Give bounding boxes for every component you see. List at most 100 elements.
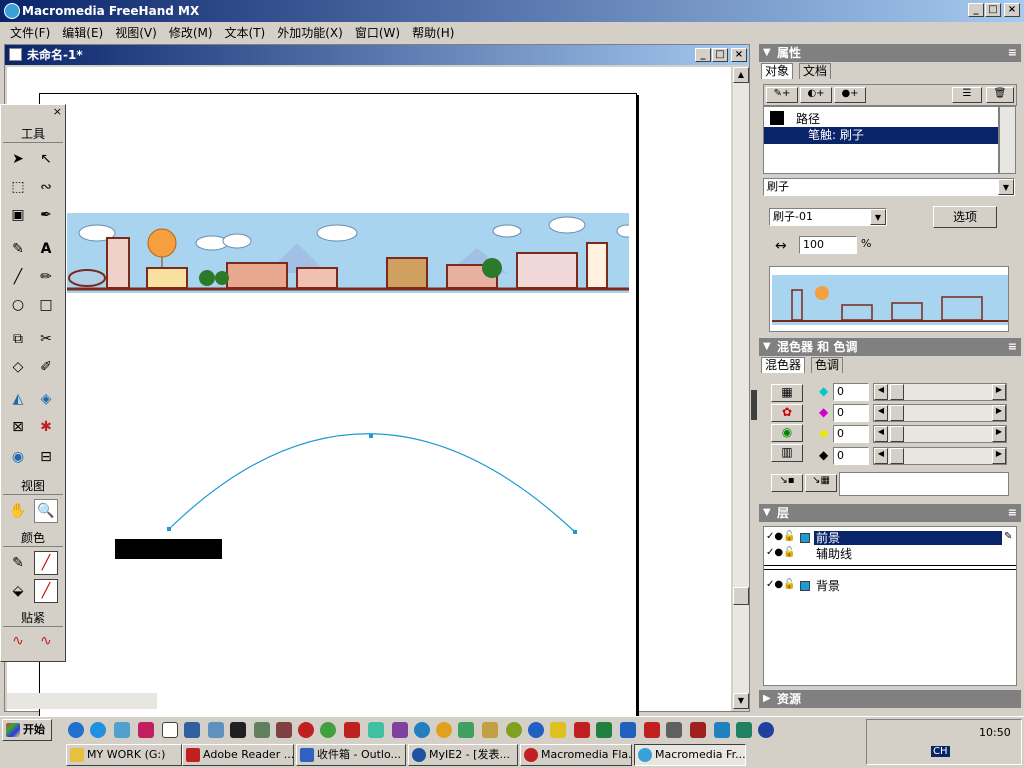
ellipse-tool-icon[interactable]: ○ (6, 293, 30, 317)
cmyk-mode-icon[interactable]: ▦ (771, 384, 803, 402)
hls-mode-icon[interactable]: ◉ (771, 424, 803, 442)
chart-tool-icon[interactable]: ⊟ (34, 445, 58, 469)
curve-anchor-point[interactable] (369, 434, 373, 438)
tree-item-path[interactable]: 路径 (796, 110, 820, 127)
subselect-tool-icon[interactable]: ↖ (34, 147, 58, 171)
tab-object[interactable]: 对象 (761, 63, 794, 79)
layer-row[interactable]: ✓●🔓 前景 ✎ (764, 531, 1016, 546)
tool-icon[interactable] (414, 722, 430, 738)
tool-icon[interactable] (392, 722, 408, 738)
layer-name-foreground[interactable]: 前景 (814, 531, 1002, 545)
doc-close-button[interactable]: × (731, 48, 747, 62)
explorer-icon[interactable] (184, 722, 200, 738)
snap-to-point-icon[interactable]: ∿ (6, 629, 30, 653)
acrobat-icon[interactable] (344, 722, 360, 738)
city-banner-illustration[interactable] (67, 213, 629, 293)
tool-icon[interactable] (620, 722, 636, 738)
add-to-grid-icon[interactable]: ↘▦ (805, 474, 837, 492)
drawing-canvas[interactable] (7, 67, 731, 733)
menu-modify[interactable]: 修改(M) (163, 24, 219, 41)
tools-close-icon[interactable]: × (53, 105, 62, 118)
task-macromedia-flash[interactable]: Macromedia Fla... (520, 744, 632, 766)
lasso-tool-icon[interactable]: ∾ (34, 175, 58, 199)
menu-xtras[interactable]: 外加功能(X) (271, 24, 349, 41)
tree-item-stroke[interactable]: 笔触: 刷子 (764, 127, 998, 144)
horizontal-scrollbar[interactable] (7, 693, 157, 709)
close-button[interactable]: × (1004, 3, 1020, 17)
black-rectangle-shape[interactable] (115, 539, 222, 559)
stroke-color-icon[interactable]: ✎ (6, 551, 30, 575)
layer-name-guides[interactable]: 辅助线 (814, 547, 852, 561)
collapse-triangle-icon[interactable]: ▼ (763, 504, 771, 522)
layer-color-swatch[interactable] (800, 581, 810, 591)
yellow-slider[interactable]: ◀ ▶ (873, 425, 1007, 443)
duplicate-attribute-button[interactable]: ☰ (952, 87, 982, 103)
eraser-tool-icon[interactable]: ◇ (6, 355, 30, 379)
tool-icon[interactable] (550, 722, 566, 738)
connector-tool-icon[interactable]: ◉ (6, 445, 30, 469)
add-stroke-button[interactable]: ✎+ (766, 87, 798, 103)
cyan-input[interactable]: 0 (833, 383, 869, 401)
tool-icon[interactable] (368, 722, 384, 738)
tool-icon[interactable] (528, 722, 544, 738)
add-fill-button[interactable]: ◐+ (800, 87, 832, 103)
panel-menu-icon[interactable]: ≡ (1008, 504, 1017, 522)
curve-anchor-point[interactable] (573, 530, 577, 534)
task-macromedia-freehand[interactable]: Macromedia Fr... (634, 744, 746, 766)
tab-tint[interactable]: 色调 (811, 357, 844, 373)
ime-indicator[interactable]: CH (931, 746, 950, 757)
add-effect-button[interactable]: ●+ (834, 87, 866, 103)
mixer-header[interactable]: ▼ 混色器 和 色调 ≡ (759, 338, 1021, 356)
page-tool-icon[interactable]: ⬚ (6, 175, 30, 199)
stroke-type-select[interactable]: 刷子 ▼ (763, 178, 1015, 196)
menu-help[interactable]: 帮助(H) (406, 24, 460, 41)
tool-icon[interactable] (690, 722, 706, 738)
layer-visible-check-icon[interactable]: ✓●🔓 (766, 547, 796, 558)
cmd-icon[interactable] (230, 722, 246, 738)
tool-icon[interactable] (736, 722, 752, 738)
properties-header[interactable]: ▼ 属性 ≡ (759, 44, 1021, 62)
panel-menu-icon[interactable]: ≡ (1008, 338, 1017, 356)
task-outlook[interactable]: 收件箱 - Outlo... (296, 744, 406, 766)
black-input[interactable]: 0 (833, 447, 869, 465)
tool-icon[interactable] (436, 722, 452, 738)
bezier-curve-path[interactable] (147, 407, 587, 537)
menu-window[interactable]: 窗口(W) (349, 24, 406, 41)
menu-view[interactable]: 视图(V) (109, 24, 163, 41)
brush-name-select[interactable]: 刷子-01 ▼ (769, 208, 887, 226)
tree-scrollbar[interactable] (999, 106, 1016, 174)
layer-visible-check-icon[interactable]: ✓●🔓 (766, 579, 796, 590)
pencil-tool-icon[interactable]: ✏ (34, 265, 58, 289)
blend-tool-icon[interactable]: ◭ (6, 387, 30, 411)
minimize-button[interactable]: _ (968, 3, 984, 17)
scroll-up-arrow-icon[interactable]: ▲ (733, 67, 749, 83)
tool-icon[interactable] (666, 722, 682, 738)
transform-tool-icon[interactable]: ⧉ (6, 327, 30, 351)
menu-edit[interactable]: 编辑(E) (56, 24, 109, 41)
trace-tool-icon[interactable]: ▣ (6, 203, 30, 227)
yellow-input[interactable]: 0 (833, 425, 869, 443)
tab-mixer[interactable]: 混色器 (761, 357, 806, 373)
ie-icon[interactable] (90, 722, 106, 738)
clock[interactable]: 10:50 (979, 726, 1011, 739)
tool-icon[interactable] (458, 722, 474, 738)
rgb-mode-icon[interactable]: ✿ (771, 404, 803, 422)
stroke-color-swatch[interactable]: ╱ (34, 551, 58, 575)
extrude-tool-icon[interactable]: ◈ (34, 387, 58, 411)
panel-dock-handle[interactable] (751, 390, 757, 420)
hand-tool-icon[interactable]: ✋ (6, 499, 30, 523)
zoom-tool-icon[interactable]: 🔍 (34, 499, 58, 523)
layer-color-swatch[interactable] (800, 533, 810, 543)
layer-row[interactable]: ✓●🔓 辅助线 (764, 547, 1016, 562)
cyan-slider[interactable]: ◀ ▶ (873, 383, 1007, 401)
fill-color-swatch[interactable]: ╱ (34, 579, 58, 603)
tool-icon[interactable] (714, 722, 730, 738)
tool-icon[interactable] (644, 722, 660, 738)
system-color-icon[interactable]: ▥ (771, 444, 803, 462)
pointer-tool-icon[interactable]: ➤ (6, 147, 30, 171)
menu-file[interactable]: 文件(F) (4, 24, 56, 41)
tool-icon[interactable] (574, 722, 590, 738)
layer-visible-check-icon[interactable]: ✓●🔓 (766, 531, 796, 542)
assets-header[interactable]: ▶ 资源 (759, 690, 1021, 708)
vertical-scrollbar[interactable]: ▲ ▼ (733, 67, 749, 709)
